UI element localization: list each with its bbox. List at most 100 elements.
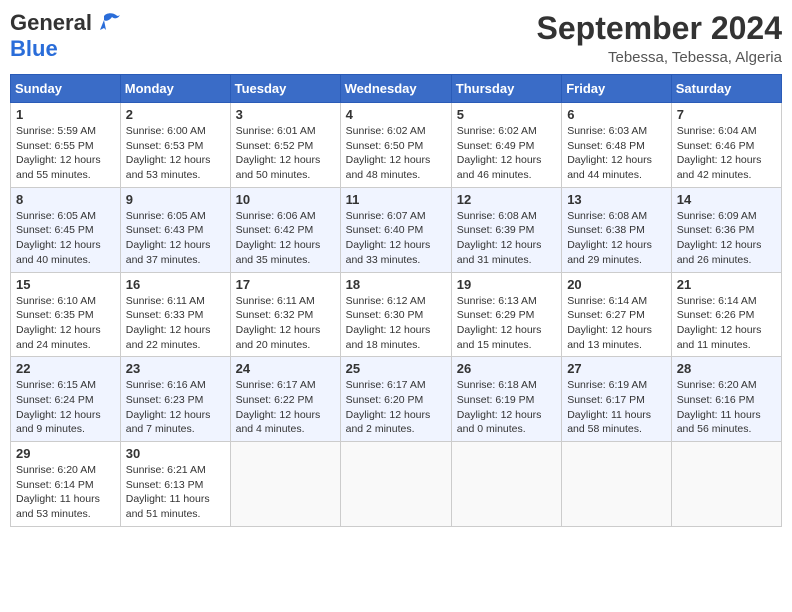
calendar-cell: 30 Sunrise: 6:21 AMSunset: 6:13 PMDayligh… — [120, 442, 230, 527]
calendar-cell: 15Sunrise: 6:10 AMSunset: 6:35 PMDayligh… — [11, 272, 121, 357]
weekday-header-monday: Monday — [120, 75, 230, 103]
day-detail: Sunrise: 6:15 AMSunset: 6:24 PMDaylight:… — [16, 378, 115, 437]
day-detail: Sunrise: 6:06 AMSunset: 6:42 PMDaylight:… — [236, 209, 335, 268]
day-detail: Sunrise: 6:19 AMSunset: 6:17 PMDaylight:… — [567, 378, 666, 437]
weekday-header-friday: Friday — [562, 75, 672, 103]
day-number: 1 — [16, 107, 115, 122]
day-number: 24 — [236, 361, 335, 376]
weekday-header-saturday: Saturday — [671, 75, 781, 103]
day-detail: Sunrise: 6:12 AMSunset: 6:30 PMDaylight:… — [346, 294, 446, 353]
day-detail: Sunrise: 6:18 AMSunset: 6:19 PMDaylight:… — [457, 378, 556, 437]
day-number: 20 — [567, 277, 666, 292]
day-number: 12 — [457, 192, 556, 207]
calendar-week-row: 8 Sunrise: 6:05 AMSunset: 6:45 PMDaylight… — [11, 187, 782, 272]
calendar-cell: 17 Sunrise: 6:11 AMSunset: 6:32 PMDayligh… — [230, 272, 340, 357]
day-detail: Sunrise: 6:07 AMSunset: 6:40 PMDaylight:… — [346, 209, 446, 268]
weekday-header-tuesday: Tuesday — [230, 75, 340, 103]
day-number: 13 — [567, 192, 666, 207]
day-detail: Sunrise: 6:02 AMSunset: 6:50 PMDaylight:… — [346, 124, 446, 183]
day-number: 7 — [677, 107, 776, 122]
weekday-header-wednesday: Wednesday — [340, 75, 451, 103]
logo-bird-icon — [96, 12, 120, 34]
weekday-header-sunday: Sunday — [11, 75, 121, 103]
calendar-cell: 24Sunrise: 6:17 AMSunset: 6:22 PMDayligh… — [230, 357, 340, 442]
calendar-cell: 8 Sunrise: 6:05 AMSunset: 6:45 PMDaylight… — [11, 187, 121, 272]
calendar-cell: 12 Sunrise: 6:08 AMSunset: 6:39 PMDayligh… — [451, 187, 561, 272]
day-number: 2 — [126, 107, 225, 122]
calendar-week-row: 15Sunrise: 6:10 AMSunset: 6:35 PMDayligh… — [11, 272, 782, 357]
day-detail: Sunrise: 6:00 AMSunset: 6:53 PMDaylight:… — [126, 124, 225, 183]
day-number: 11 — [346, 192, 446, 207]
day-detail: Sunrise: 6:21 AMSunset: 6:13 PMDaylight:… — [126, 463, 225, 522]
day-number: 6 — [567, 107, 666, 122]
day-detail: Sunrise: 6:20 AMSunset: 6:14 PMDaylight:… — [16, 463, 115, 522]
calendar-cell: 11 Sunrise: 6:07 AMSunset: 6:40 PMDayligh… — [340, 187, 451, 272]
calendar-cell: 2 Sunrise: 6:00 AMSunset: 6:53 PMDaylight… — [120, 103, 230, 188]
day-number: 10 — [236, 192, 335, 207]
day-number: 22 — [16, 361, 115, 376]
day-number: 5 — [457, 107, 556, 122]
day-detail: Sunrise: 6:09 AMSunset: 6:36 PMDaylight:… — [677, 209, 776, 268]
logo-general-text: General — [10, 10, 92, 36]
calendar-cell: 19 Sunrise: 6:13 AMSunset: 6:29 PMDayligh… — [451, 272, 561, 357]
calendar-cell: 13 Sunrise: 6:08 AMSunset: 6:38 PMDayligh… — [562, 187, 672, 272]
day-number: 14 — [677, 192, 776, 207]
day-detail: Sunrise: 6:17 AMSunset: 6:20 PMDaylight:… — [346, 378, 446, 437]
day-detail: Sunrise: 6:14 AMSunset: 6:26 PMDaylight:… — [677, 294, 776, 353]
day-detail: Sunrise: 6:05 AMSunset: 6:45 PMDaylight:… — [16, 209, 115, 268]
day-detail: Sunrise: 5:59 AMSunset: 6:55 PMDaylight:… — [16, 124, 115, 183]
day-number: 16 — [126, 277, 225, 292]
calendar-table: SundayMondayTuesdayWednesdayThursdayFrid… — [10, 74, 782, 527]
calendar-cell: 6 Sunrise: 6:03 AMSunset: 6:48 PMDaylight… — [562, 103, 672, 188]
day-number: 4 — [346, 107, 446, 122]
calendar-title-area: September 2024 Tebessa, Tebessa, Algeria — [537, 10, 782, 66]
calendar-cell: 23Sunrise: 6:16 AMSunset: 6:23 PMDayligh… — [120, 357, 230, 442]
day-detail: Sunrise: 6:13 AMSunset: 6:29 PMDaylight:… — [457, 294, 556, 353]
page-header: General Blue September 2024 Tebessa, Teb… — [10, 10, 782, 66]
day-detail: Sunrise: 6:11 AMSunset: 6:32 PMDaylight:… — [236, 294, 335, 353]
calendar-cell — [671, 442, 781, 527]
logo: General Blue — [10, 10, 120, 62]
day-number: 8 — [16, 192, 115, 207]
calendar-cell: 28Sunrise: 6:20 AMSunset: 6:16 PMDayligh… — [671, 357, 781, 442]
day-detail: Sunrise: 6:05 AMSunset: 6:43 PMDaylight:… — [126, 209, 225, 268]
calendar-week-row: 22 Sunrise: 6:15 AMSunset: 6:24 PMDayligh… — [11, 357, 782, 442]
calendar-cell: 4 Sunrise: 6:02 AMSunset: 6:50 PMDaylight… — [340, 103, 451, 188]
calendar-cell: 1 Sunrise: 5:59 AMSunset: 6:55 PMDaylight… — [11, 103, 121, 188]
calendar-cell: 16 Sunrise: 6:11 AMSunset: 6:33 PMDayligh… — [120, 272, 230, 357]
day-number: 26 — [457, 361, 556, 376]
day-detail: Sunrise: 6:04 AMSunset: 6:46 PMDaylight:… — [677, 124, 776, 183]
calendar-cell: 5 Sunrise: 6:02 AMSunset: 6:49 PMDaylight… — [451, 103, 561, 188]
day-number: 17 — [236, 277, 335, 292]
calendar-week-row: 1 Sunrise: 5:59 AMSunset: 6:55 PMDaylight… — [11, 103, 782, 188]
calendar-cell — [562, 442, 672, 527]
day-detail: Sunrise: 6:01 AMSunset: 6:52 PMDaylight:… — [236, 124, 335, 183]
day-detail: Sunrise: 6:10 AMSunset: 6:35 PMDaylight:… — [16, 294, 115, 353]
logo-blue-text: Blue — [10, 36, 58, 61]
day-number: 3 — [236, 107, 335, 122]
calendar-week-row: 29Sunrise: 6:20 AMSunset: 6:14 PMDayligh… — [11, 442, 782, 527]
day-detail: Sunrise: 6:08 AMSunset: 6:39 PMDaylight:… — [457, 209, 556, 268]
day-number: 21 — [677, 277, 776, 292]
day-number: 18 — [346, 277, 446, 292]
day-number: 9 — [126, 192, 225, 207]
day-detail: Sunrise: 6:02 AMSunset: 6:49 PMDaylight:… — [457, 124, 556, 183]
day-detail: Sunrise: 6:11 AMSunset: 6:33 PMDaylight:… — [126, 294, 225, 353]
location-subtitle: Tebessa, Tebessa, Algeria — [537, 49, 782, 66]
day-number: 25 — [346, 361, 446, 376]
day-number: 19 — [457, 277, 556, 292]
calendar-cell: 18 Sunrise: 6:12 AMSunset: 6:30 PMDayligh… — [340, 272, 451, 357]
calendar-cell: 14 Sunrise: 6:09 AMSunset: 6:36 PMDayligh… — [671, 187, 781, 272]
calendar-cell: 9 Sunrise: 6:05 AMSunset: 6:43 PMDaylight… — [120, 187, 230, 272]
day-detail: Sunrise: 6:08 AMSunset: 6:38 PMDaylight:… — [567, 209, 666, 268]
day-number: 30 — [126, 446, 225, 461]
calendar-cell — [340, 442, 451, 527]
day-detail: Sunrise: 6:03 AMSunset: 6:48 PMDaylight:… — [567, 124, 666, 183]
calendar-cell: 27Sunrise: 6:19 AMSunset: 6:17 PMDayligh… — [562, 357, 672, 442]
calendar-cell: 29Sunrise: 6:20 AMSunset: 6:14 PMDayligh… — [11, 442, 121, 527]
calendar-cell: 21 Sunrise: 6:14 AMSunset: 6:26 PMDayligh… — [671, 272, 781, 357]
calendar-cell: 7 Sunrise: 6:04 AMSunset: 6:46 PMDaylight… — [671, 103, 781, 188]
month-year-title: September 2024 — [537, 10, 782, 47]
calendar-cell — [451, 442, 561, 527]
day-detail: Sunrise: 6:20 AMSunset: 6:16 PMDaylight:… — [677, 378, 776, 437]
